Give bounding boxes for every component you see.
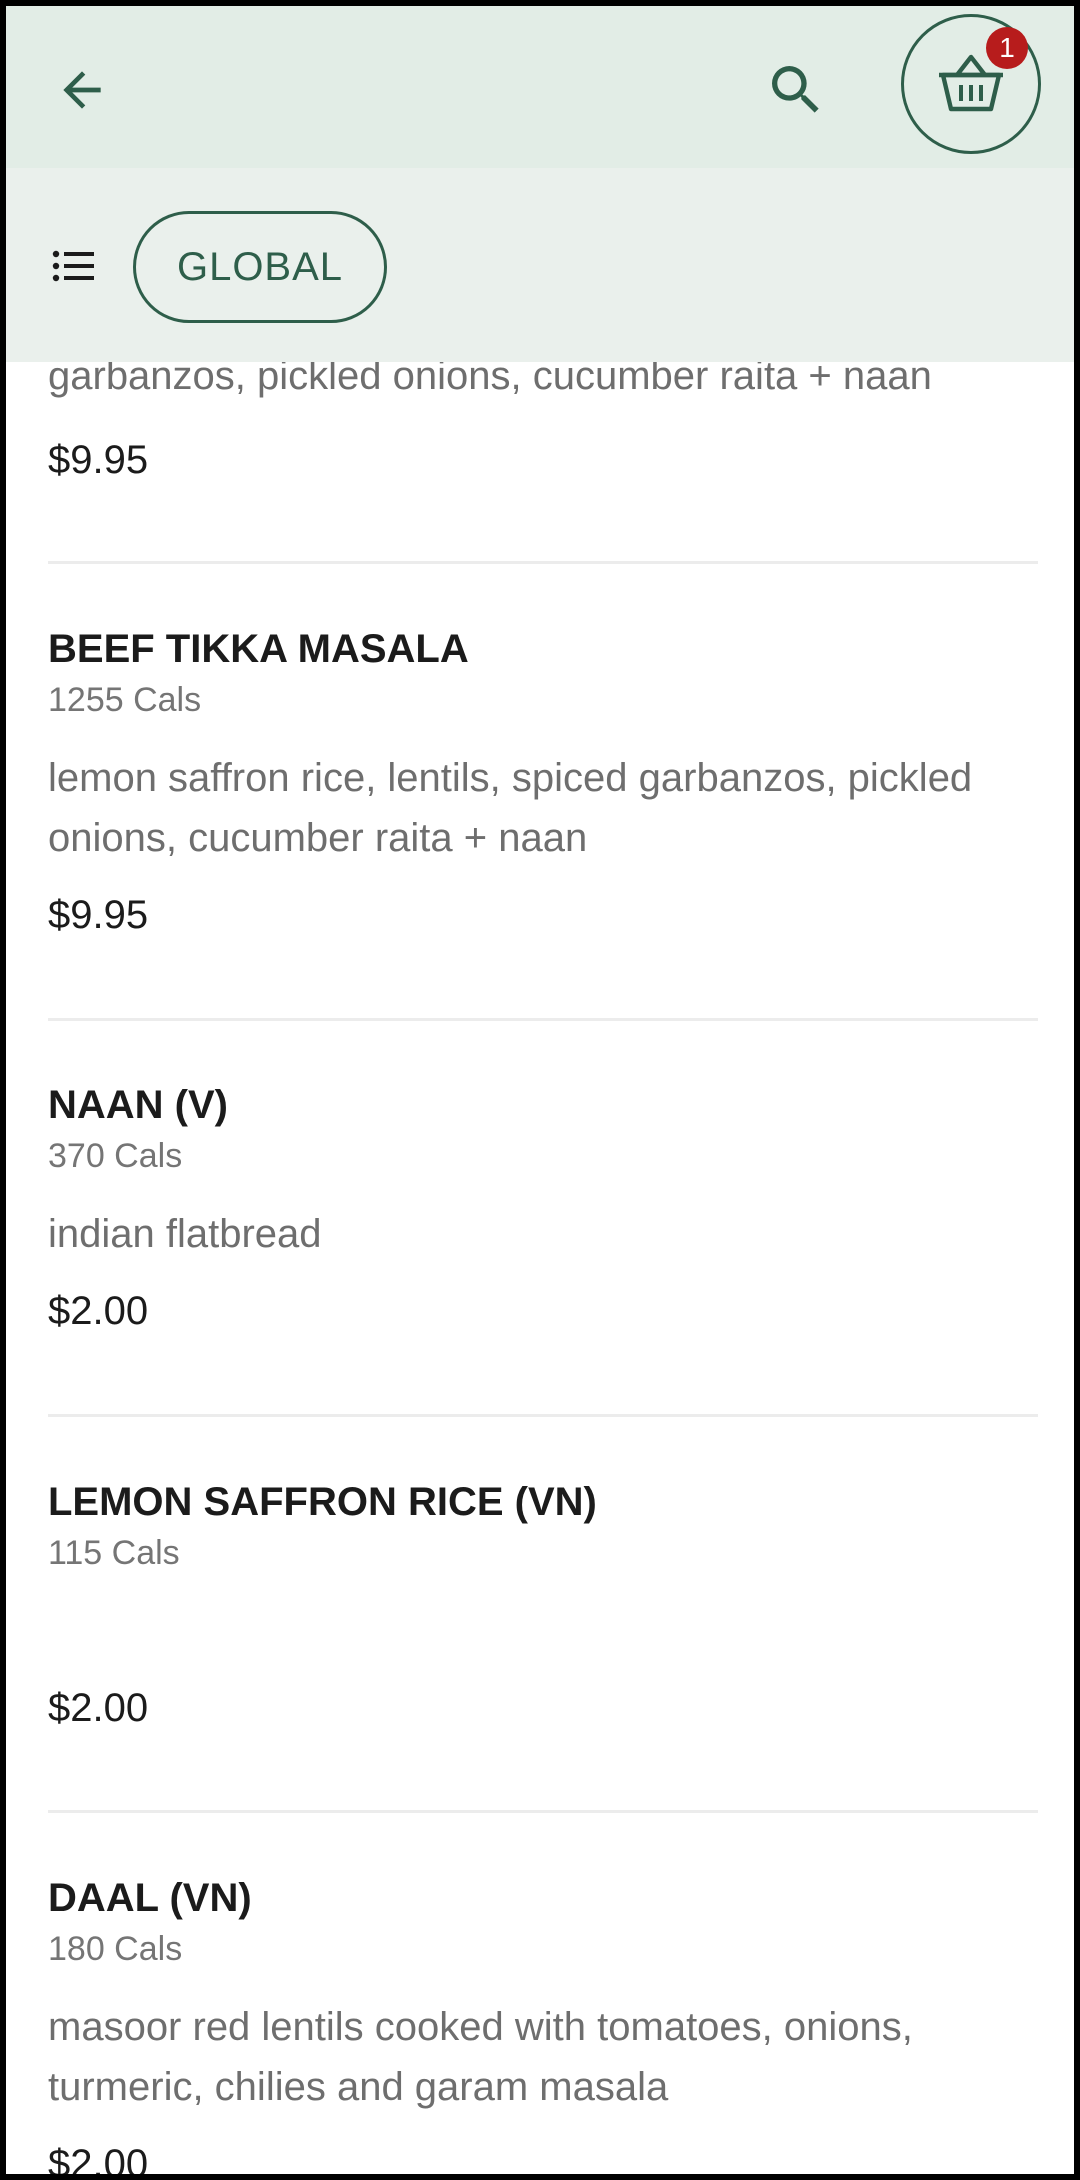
item-name: BEEF TIKKA MASALA — [48, 627, 469, 671]
menu-item[interactable]: BEEF TIKKA MASALA 1255 Cals lemon saffro… — [48, 621, 1040, 981]
divider — [48, 1810, 1038, 1813]
item-price: $9.95 — [48, 893, 149, 937]
item-price: $2.00 — [48, 2142, 149, 2174]
search-icon — [772, 66, 819, 113]
category-bar: GLOBAL — [6, 168, 1074, 362]
arrow-left-icon — [63, 71, 101, 109]
menu-item[interactable]: NAAN (V) 370 Cals indian flatbread $2.00 — [48, 1077, 1040, 1377]
item-name: DAAL (VN) — [48, 1876, 252, 1920]
menu-item[interactable]: garbanzos, pickled onions, cucumber rait… — [48, 346, 1040, 516]
category-chip-global[interactable]: GLOBAL — [133, 211, 387, 323]
item-name: LEMON SAFFRON RICE (VN) — [48, 1480, 597, 1524]
app-bar: 1 — [6, 6, 1074, 168]
cart-button[interactable]: 1 — [901, 14, 1041, 154]
back-button[interactable] — [46, 54, 118, 126]
item-price: $2.00 — [48, 1686, 149, 1730]
item-description: lemon saffron rice, lentils, spiced garb… — [48, 756, 973, 860]
divider — [48, 561, 1038, 564]
divider — [48, 1018, 1038, 1021]
item-price: $2.00 — [48, 1289, 149, 1333]
item-calories: 115 Cals — [48, 1534, 180, 1572]
item-name: NAAN (V) — [48, 1083, 228, 1127]
cart-count-badge: 1 — [986, 27, 1028, 69]
item-description: indian flatbread — [48, 1212, 322, 1256]
divider — [48, 1414, 1038, 1417]
screen: garbanzos, pickled onions, cucumber rait… — [6, 6, 1074, 2174]
item-calories: 1255 Cals — [48, 681, 202, 719]
menu-item[interactable]: LEMON SAFFRON RICE (VN) 115 Cals $2.00 — [48, 1474, 1040, 1774]
category-list-button[interactable] — [44, 238, 104, 294]
item-calories: 370 Cals — [48, 1137, 183, 1175]
item-calories: 180 Cals — [48, 1930, 183, 1968]
item-description: masoor red lentils cooked with tomatoes,… — [48, 2005, 913, 2109]
list-icon — [52, 250, 94, 282]
menu-item[interactable]: DAAL (VN) 180 Cals masoor red lentils co… — [48, 1870, 1040, 2174]
item-price: $9.95 — [48, 438, 149, 482]
search-button[interactable] — [758, 52, 834, 128]
